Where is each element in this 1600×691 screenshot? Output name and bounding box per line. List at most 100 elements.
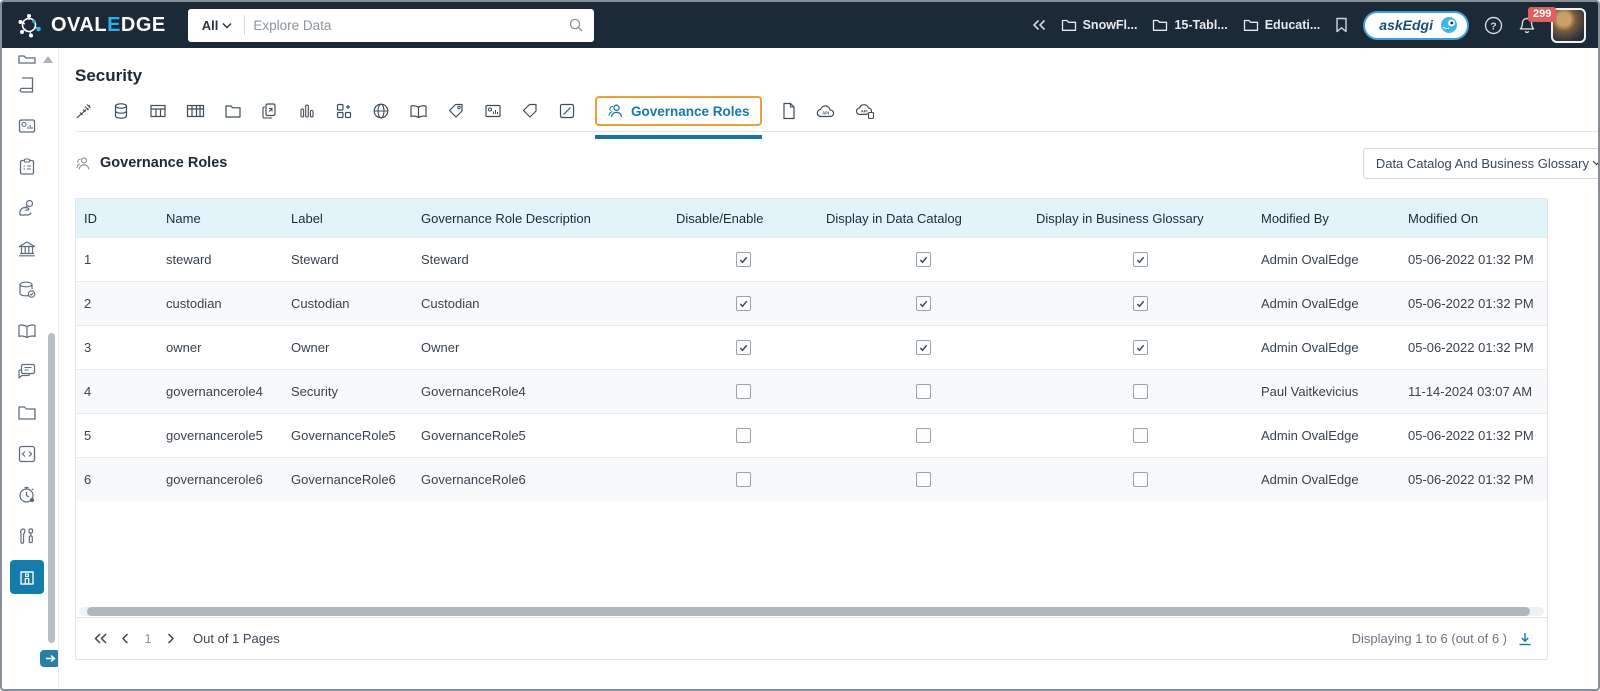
object-type-tabs: Governance Roles API API	[75, 94, 1598, 139]
previous-page-button[interactable]	[121, 633, 129, 644]
sidebar-expand-button[interactable]	[40, 650, 58, 667]
folder-icon	[1243, 19, 1258, 31]
sidebar-item-discussions[interactable]	[14, 351, 40, 392]
bank-icon	[18, 240, 36, 256]
tab-table-columns[interactable]	[186, 102, 205, 120]
disable-enable-checkbox[interactable]	[735, 472, 751, 487]
sidebar-item-files[interactable]	[14, 392, 40, 433]
tab-business-glossary[interactable]	[409, 103, 428, 120]
sidebar-item-data-quality[interactable]	[14, 187, 40, 228]
disable-enable-checkbox[interactable]	[735, 428, 751, 443]
display-data-catalog-cell	[818, 252, 1028, 267]
tools-icon	[19, 527, 34, 544]
display-data-catalog-checkbox[interactable]	[915, 472, 931, 487]
tab-web[interactable]	[372, 102, 390, 120]
table-row[interactable]: 3 owner Owner Owner Admin OvalEdge 05-06-2022…	[76, 325, 1547, 369]
display-business-glossary-checkbox[interactable]	[1133, 428, 1148, 443]
next-page-button[interactable]	[167, 633, 175, 644]
displaying-summary: Displaying 1 to 6 (out of 6 )	[1352, 631, 1533, 647]
first-page-button[interactable]	[94, 633, 107, 644]
bookmark-icon[interactable]	[1335, 17, 1348, 33]
display-data-catalog-checkbox[interactable]	[915, 252, 931, 267]
tab-dashboards[interactable]	[335, 102, 353, 120]
tab-terms[interactable]	[521, 102, 539, 120]
page-title: Security	[75, 66, 143, 85]
tab-policies[interactable]	[558, 102, 576, 120]
sidebar-item-clipped[interactable]	[14, 50, 40, 64]
sidebar-item-certified-data[interactable]	[14, 269, 40, 310]
wordmark: OVALEDGE	[51, 13, 166, 36]
horizontal-scrollbar-thumb[interactable]	[87, 606, 1530, 616]
sidebar-item-glossary[interactable]	[14, 310, 40, 351]
display-business-glossary-checkbox[interactable]	[1133, 296, 1148, 311]
current-page-number[interactable]: 1	[143, 631, 153, 646]
display-data-catalog-checkbox[interactable]	[915, 384, 931, 399]
tab-apis[interactable]: API	[816, 104, 836, 119]
sidebar-item-governance[interactable]	[14, 228, 40, 269]
display-data-catalog-checkbox[interactable]	[915, 428, 931, 443]
search-icon[interactable]	[568, 17, 584, 33]
notifications-button[interactable]: 299	[1518, 6, 1557, 35]
sidebar-item-queries[interactable]	[14, 433, 40, 474]
display-business-glossary-cell	[1028, 384, 1253, 399]
tab-connectors[interactable]	[75, 102, 93, 120]
display-business-glossary-checkbox[interactable]	[1133, 472, 1148, 487]
collapse-breadcrumbs-icon[interactable]	[1032, 19, 1046, 31]
cell-id: 3	[84, 340, 92, 355]
download-icon[interactable]	[1517, 631, 1533, 647]
catalog-scope-dropdown[interactable]: Data Catalog And Business Glossary	[1362, 147, 1598, 179]
sidebar-item-reports[interactable]	[14, 105, 40, 146]
disable-enable-checkbox[interactable]	[735, 296, 751, 311]
tab-tags[interactable]	[447, 102, 465, 120]
tab-governance-roles-active[interactable]: Governance Roles	[595, 96, 762, 139]
cell-label: Owner	[291, 340, 330, 355]
recent-item-15-tables[interactable]: 15-Tabl...	[1152, 18, 1228, 32]
cell-label: Steward	[291, 252, 339, 267]
tab-documents[interactable]	[781, 102, 797, 120]
sidebar-item-tools[interactable]	[14, 515, 40, 556]
sidebar-item-security-active[interactable]	[10, 560, 44, 594]
display-business-glossary-checkbox[interactable]	[1133, 340, 1148, 355]
user-avatar[interactable]	[1551, 7, 1586, 43]
tab-files[interactable]	[224, 103, 242, 120]
cell-name: governancerole5	[166, 428, 263, 443]
sidebar-item-catalog[interactable]	[14, 64, 40, 105]
cell-name: custodian	[166, 296, 222, 311]
search-scope-dropdown[interactable]: All	[198, 18, 237, 33]
cell-modified-by: Admin OvalEdge	[1261, 340, 1359, 355]
tab-reports[interactable]	[298, 102, 316, 120]
brand-logo[interactable]: OVALEDGE	[16, 12, 166, 39]
tab-schemas[interactable]	[112, 102, 130, 120]
display-data-catalog-checkbox[interactable]	[915, 296, 931, 311]
tab-queries[interactable]	[261, 102, 279, 120]
sidebar-item-jobs[interactable]	[14, 474, 40, 515]
sidebar-item-projects[interactable]	[14, 146, 40, 187]
disable-enable-checkbox[interactable]	[735, 340, 751, 355]
display-business-glossary-checkbox[interactable]	[1133, 384, 1148, 399]
table-row[interactable]: 4 governancerole4 Security GovernanceRole4 P…	[76, 369, 1547, 413]
tab-tables[interactable]	[149, 102, 167, 120]
sidebar-scrollbar[interactable]	[48, 333, 55, 643]
table-row[interactable]: 2 custodian Custodian Custodian Admin OvalEd…	[76, 281, 1547, 325]
cell-description: GovernanceRole6	[421, 472, 526, 487]
disable-enable-checkbox[interactable]	[735, 252, 751, 267]
display-data-catalog-checkbox[interactable]	[915, 340, 931, 355]
tab-api-collections[interactable]: API	[855, 103, 876, 120]
search-input[interactable]	[253, 17, 568, 33]
governance-roles-table: ID Name Label Governance Role Description Di…	[75, 198, 1548, 660]
chat-icon	[18, 363, 36, 379]
help-icon[interactable]: ?	[1484, 16, 1503, 35]
recent-item-snowflake[interactable]: SnowFl...	[1061, 18, 1137, 32]
display-business-glossary-checkbox[interactable]	[1133, 252, 1148, 267]
sidebar-scroll-up-icon[interactable]	[43, 56, 53, 63]
horizontal-scrollbar[interactable]	[76, 605, 1547, 617]
ask-edgi-button[interactable]: askEdgi	[1363, 10, 1469, 40]
cell-modified-on: 05-06-2022 01:32 PM	[1408, 472, 1534, 487]
disable-enable-cell	[668, 384, 818, 399]
recent-item-education[interactable]: Educati...	[1243, 18, 1320, 32]
tab-media[interactable]	[484, 103, 502, 119]
table-row[interactable]: 6 governancerole6 GovernanceRole6 Governanc…	[76, 457, 1547, 501]
disable-enable-checkbox[interactable]	[735, 384, 751, 399]
table-row[interactable]: 1 steward Steward Steward Admin OvalEdge 05-0…	[76, 237, 1547, 281]
table-row[interactable]: 5 governancerole5 GovernanceRole5 Governanc…	[76, 413, 1547, 457]
